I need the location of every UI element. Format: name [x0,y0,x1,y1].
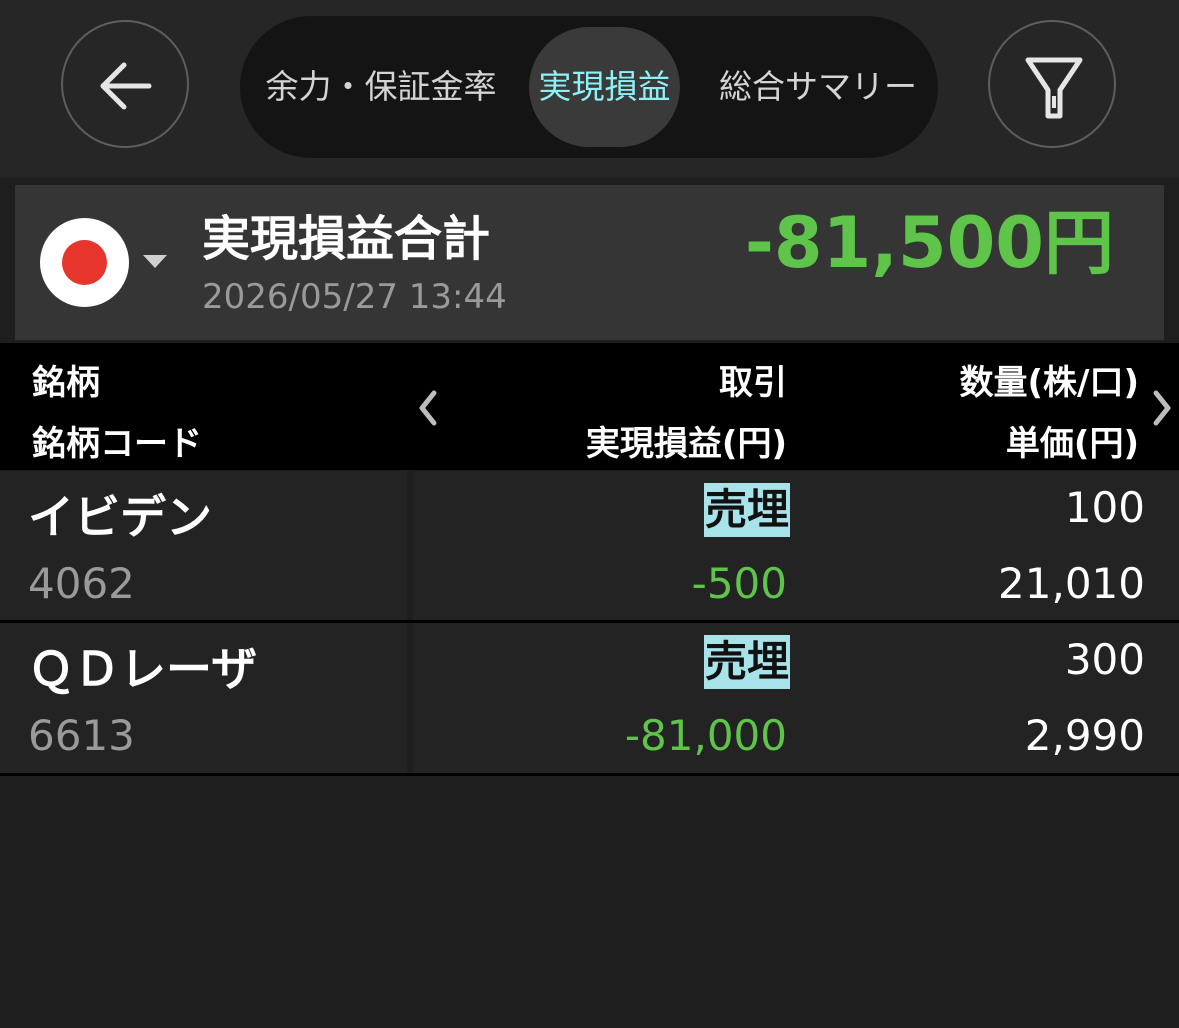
stock-code: 6613 [28,711,135,760]
table-header: 銘柄 銘柄コード 取引 実現損益(円) 数量(株/口) 単価(円) [0,343,1179,470]
unit-price-value: 2,990 [1024,711,1145,760]
quantity-value: 100 [1064,483,1145,532]
header-realized-pnl: 実現損益(円) [585,424,787,464]
unit-price-value: 21,010 [998,559,1145,608]
back-button[interactable] [61,20,189,148]
flag-red-circle [62,240,107,285]
header-trade: 取引 [719,363,787,403]
table-row[interactable]: ＱＤレーザ 6613 売埋 -81,000 300 2,990 [0,623,1179,773]
data-cell: 売埋 -81,000 300 2,990 [413,623,1179,773]
stock-name: ＱＤレーザ [28,642,258,696]
chevron-right-icon[interactable] [1146,343,1179,470]
trade-type-badge: 売埋 [703,635,790,689]
realized-pnl-value: -500 [691,559,787,608]
stock-cell: ＱＤレーザ 6613 [0,623,407,773]
tab-realized-pnl[interactable]: 実現損益 [529,27,680,147]
tab-bar: 余力・保証金率 実現損益 総合サマリー [240,16,938,158]
table-row[interactable]: イビデン 4062 売埋 -500 100 21,010 [0,471,1179,621]
header-stock: 銘柄 [32,363,100,403]
tab-summary[interactable]: 総合サマリー [698,16,938,158]
header-stock-code: 銘柄コード [32,424,202,464]
stock-cell: イビデン 4062 [0,471,407,621]
summary-title: 実現損益合計 [202,211,491,267]
row-divider [0,773,1179,776]
header-unit-price: 単価(円) [1005,424,1139,464]
arrow-left-icon [100,62,152,110]
data-cell: 売埋 -500 100 21,010 [413,471,1179,621]
realized-pnl-summary: 実現損益合計 2026/05/27 13:44 -81,500円 [15,185,1164,340]
summary-total-value: -81,500円 [744,202,1114,284]
summary-timestamp: 2026/05/27 13:44 [202,277,507,317]
stock-name: イビデン [28,490,212,544]
chevron-left-icon[interactable] [408,343,448,470]
stock-code: 4062 [28,559,135,608]
filter-button[interactable] [988,20,1116,148]
quantity-value: 300 [1064,635,1145,684]
header-quantity: 数量(株/口) [959,363,1140,403]
top-bar: 余力・保証金率 実現損益 総合サマリー [0,0,1179,178]
tab-margin-rate[interactable]: 余力・保証金率 [250,16,512,158]
filter-icon [1025,57,1083,119]
trade-type-badge: 売埋 [703,483,790,537]
japan-flag-icon[interactable] [40,218,129,307]
chevron-down-icon[interactable] [143,255,167,268]
realized-pnl-value: -81,000 [624,711,787,760]
